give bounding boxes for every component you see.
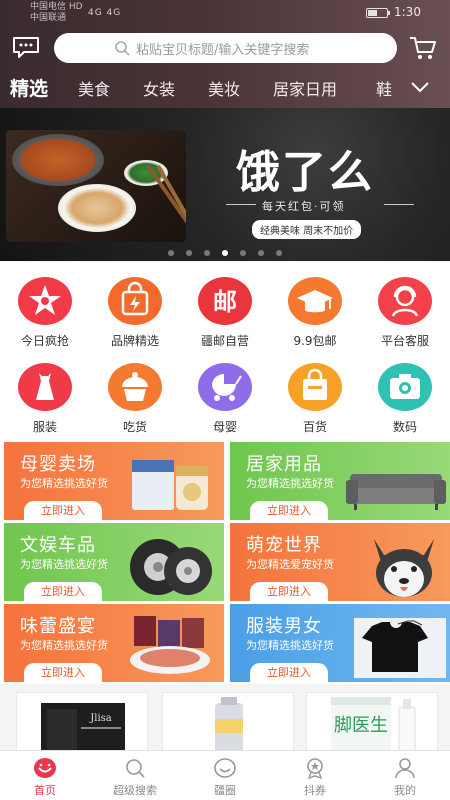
tshirt-image (354, 618, 446, 678)
card-entertainment-auto[interactable]: 文娱车品 为您精选挑选好货 立即进入 (4, 523, 224, 601)
shopping-bag-icon (288, 363, 342, 411)
card-apparel[interactable]: 服装男女 为您精选挑选好货 立即进入 (230, 604, 450, 682)
nav-home[interactable]: 首页 (0, 751, 90, 800)
chevron-down-icon[interactable] (410, 80, 430, 94)
category-tabs: 精选 美食 女装 美妆 居家日用 鞋 (0, 70, 450, 106)
shortcut-customer-service[interactable]: 平台客服 (360, 268, 450, 352)
star-icon (18, 277, 72, 325)
spray-can-image (215, 697, 243, 751)
lightning-bag-icon (108, 277, 162, 325)
shortcut-general-goods[interactable]: 百货 (270, 354, 360, 438)
nav-super-search[interactable]: 超级搜索 (90, 751, 180, 800)
enter-button[interactable]: 立即进入 (250, 501, 328, 520)
card-pet-world[interactable]: 萌宠世界 为您精选爱宠好货 立即进入 (230, 523, 450, 601)
signal-indicator: 4G 4G (88, 8, 122, 18)
search-icon (126, 759, 145, 778)
carrier-2: 中国联通 (30, 13, 67, 23)
camera-icon (378, 363, 432, 411)
enter-button[interactable]: 立即进入 (24, 501, 102, 520)
product-card[interactable] (162, 692, 294, 752)
product-card[interactable]: Jlisa (16, 692, 148, 752)
tab-food[interactable]: 美食 (78, 76, 110, 100)
mask-box-image: Jlisa (41, 703, 125, 751)
banner-subtitle: 每天红包·可领 (262, 200, 346, 213)
product-card[interactable]: 脚医生 (306, 692, 438, 752)
graduation-cap-icon (288, 277, 342, 325)
tab-featured[interactable]: 精选 (10, 74, 48, 101)
status-time: 1:30 (394, 5, 421, 19)
shortcut-today-deals[interactable]: 今日疯抢 (0, 268, 90, 352)
dress-icon (18, 363, 72, 411)
snack-food-image (130, 616, 210, 674)
user-icon (395, 758, 415, 779)
shortcut-grid: 今日疯抢 品牌精选 邮 疆邮自营 9.9包邮 平台客服 服装 吃货 母婴 百货 … (0, 262, 450, 438)
banner-tag: 经典美味 周末不加价 (252, 220, 362, 239)
svg-text:邮: 邮 (213, 288, 237, 316)
app-root: 中国电信 HD 中国联通 4G 4G 1:30 粘贴宝贝标题/输入关键字搜索 精… (0, 0, 450, 800)
carousel-dot-active[interactable] (222, 250, 228, 256)
shortcut-9-9-free-shipping[interactable]: 9.9包邮 (270, 268, 360, 352)
battery-icon (366, 8, 390, 18)
carrier-info: 中国电信 HD 中国联通 (30, 2, 83, 24)
search-input[interactable]: 粘贴宝贝标题/输入关键字搜索 (54, 33, 397, 63)
nav-circle[interactable]: 疆圈 (180, 751, 270, 800)
card-mother-baby[interactable]: 母婴卖场 为您精选挑选好货 立即进入 (4, 442, 224, 520)
carousel-dot[interactable] (168, 250, 174, 256)
shortcut-brand-picks[interactable]: 品牌精选 (90, 268, 180, 352)
customer-service-icon (378, 277, 432, 325)
circle-icon (214, 758, 236, 778)
card-home-goods[interactable]: 居家用品 为您精选挑选好货 立即进入 (230, 442, 450, 520)
cupcake-icon (108, 363, 162, 411)
food-photo (6, 130, 186, 242)
tab-beauty[interactable]: 美妆 (208, 76, 240, 100)
carrier-1: 中国电信 HD (30, 2, 83, 12)
shortcut-digital[interactable]: 数码 (360, 354, 450, 438)
shortcut-xinjiang-post[interactable]: 邮 疆邮自营 (180, 268, 270, 352)
enter-button[interactable]: 立即进入 (250, 582, 328, 601)
carousel-dot[interactable] (204, 250, 210, 256)
home-face-icon (34, 758, 56, 778)
carousel-dot[interactable] (276, 250, 282, 256)
svg-text:Jlisa: Jlisa (89, 713, 112, 724)
cart-icon[interactable] (409, 35, 437, 61)
sofa-image (346, 474, 446, 510)
shortcut-foodie[interactable]: 吃货 (90, 354, 180, 438)
carousel-dot[interactable] (240, 250, 246, 256)
search-icon (115, 41, 130, 56)
shortcut-clothing[interactable]: 服装 (0, 354, 90, 438)
carousel-dot[interactable] (258, 250, 264, 256)
card-gourmet-feast[interactable]: 味蕾盛宴 为您精选挑选好货 立即进入 (4, 604, 224, 682)
category-cards: 母婴卖场 为您精选挑选好货 立即进入 居家用品 为您精选挑选好货 立即进入 文娱… (0, 438, 450, 684)
nav-coupons[interactable]: 抖券 (270, 751, 360, 800)
header: 中国电信 HD 中国联通 4G 4G 1:30 粘贴宝贝标题/输入关键字搜索 精… (0, 0, 450, 108)
svg-text:脚医生: 脚医生 (334, 715, 388, 736)
tab-shoes[interactable]: 鞋 (376, 76, 392, 100)
promo-banner[interactable]: 饿了么 每天红包·可领 经典美味 周末不加价 (0, 108, 450, 261)
stroller-icon (198, 363, 252, 411)
enter-button[interactable]: 立即进入 (250, 663, 328, 682)
tires-image (130, 539, 212, 595)
nav-profile[interactable]: 我的 (360, 751, 450, 800)
tab-womens-clothing[interactable]: 女装 (143, 76, 175, 100)
milk-powder-image (132, 460, 208, 510)
tab-home[interactable]: 居家日用 (273, 76, 337, 100)
banner-title: 饿了么 (236, 147, 374, 198)
carousel-dot[interactable] (186, 250, 192, 256)
product-list: Jlisa 脚医生 (0, 684, 450, 752)
husky-dog-image (374, 539, 434, 597)
enter-button[interactable]: 立即进入 (24, 663, 102, 682)
message-icon[interactable] (12, 36, 40, 58)
search-placeholder: 粘贴宝贝标题/输入关键字搜索 (136, 42, 310, 58)
carousel-dots (0, 241, 450, 260)
enter-button[interactable]: 立即进入 (24, 582, 102, 601)
shortcut-mother-baby[interactable]: 母婴 (180, 354, 270, 438)
coupon-icon (307, 758, 323, 779)
status-bar: 中国电信 HD 中国联通 4G 4G 1:30 (0, 0, 450, 26)
foot-care-product-image: 脚医生 (331, 697, 416, 751)
post-icon: 邮 (198, 277, 252, 325)
bottom-nav: 首页 超级搜索 疆圈 抖券 我的 (0, 750, 450, 800)
